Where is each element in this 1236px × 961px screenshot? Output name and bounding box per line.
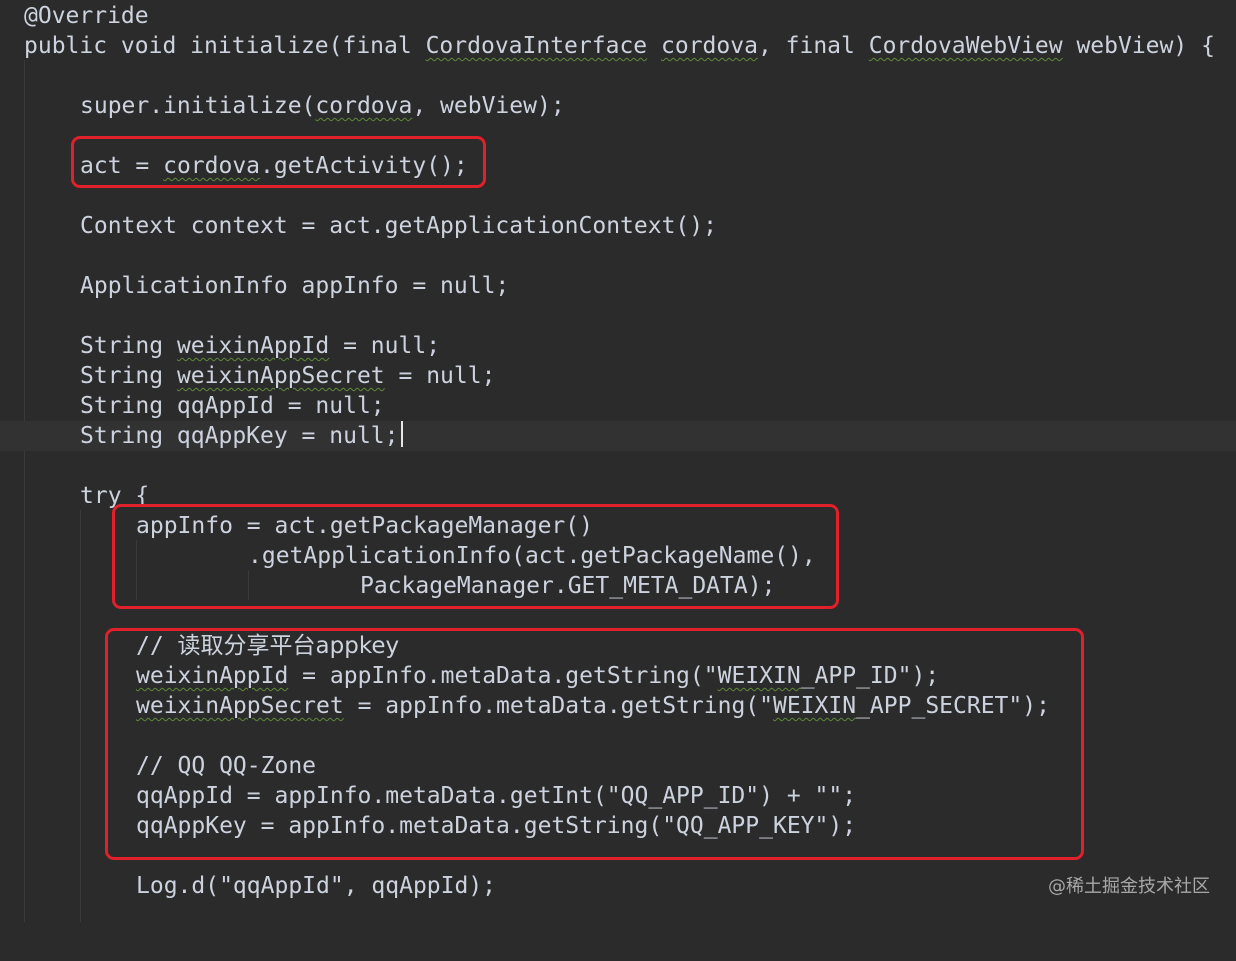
code-text: , webView); [412,93,565,119]
code-text: super.initialize( [80,93,316,119]
code-line[interactable]: Context context = act.getApplicationCont… [0,211,1236,241]
code-text: = null; [329,333,441,359]
annotation: @Override [24,3,149,29]
code-editor[interactable]: @Override public void initialize(final C… [0,0,1236,922]
statement: String weixinAppId = null; [80,331,440,361]
statement: ApplicationInfo appInfo = null; [80,273,510,299]
watermark: @稀土掘金技术社区 [1048,876,1210,897]
highlight-box-metadata [105,628,1084,860]
statement: String qqAppId = null; [80,393,385,419]
spell-warning: weixinAppSecret [176,363,385,389]
code-text: String qqAppKey = null; [80,423,399,449]
statement: Context context = act.getApplicationCont… [80,213,717,239]
spell-warning: CordovaWebView [868,33,1063,59]
code-line[interactable]: public void initialize(final CordovaInte… [0,31,1236,61]
code-line[interactable]: ApplicationInfo appInfo = null; [0,271,1236,301]
code-line[interactable]: String weixinAppSecret = null; [0,361,1236,391]
statement: super.initialize(cordova, webView); [80,91,565,121]
statement: String weixinAppSecret = null; [80,361,495,391]
statement: Log.d("qqAppId", qqAppId); [136,873,497,899]
code-line[interactable]: String weixinAppId = null; [0,331,1236,361]
code-line[interactable]: @Override [0,1,1236,31]
highlight-box-package-manager [112,504,839,609]
spell-warning: cordova [661,33,758,59]
statement: String qqAppKey = null; [80,421,403,451]
text-caret [400,421,403,447]
code-line[interactable]: String qqAppId = null; [0,391,1236,421]
spell-warning: cordova [315,93,413,119]
spell-warning: CordovaInterface [425,33,648,59]
code-text: = null; [384,363,496,389]
current-line[interactable]: String qqAppKey = null; [0,421,1236,451]
code-text: webView) { [1062,33,1215,59]
code-text: public void initialize(final [24,33,426,59]
code-line[interactable]: super.initialize(cordova, webView); [0,91,1236,121]
code-text: String [80,333,177,359]
method-signature: public void initialize(final CordovaInte… [24,31,1215,61]
code-text: String [80,363,177,389]
highlight-box-get-activity [71,136,486,188]
code-text: , final [757,33,869,59]
spell-warning: weixinAppId [176,333,330,359]
